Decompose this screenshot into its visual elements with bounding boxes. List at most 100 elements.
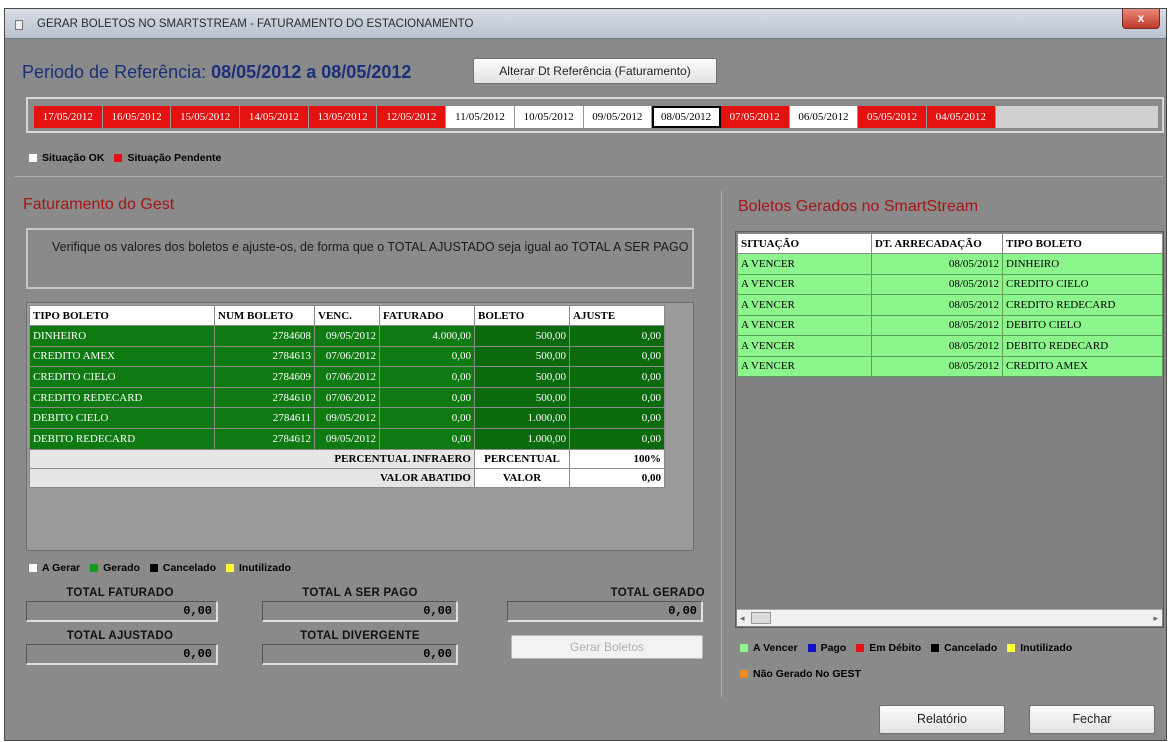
smart-cell: A VENCER — [737, 273, 872, 295]
gest-cell[interactable]: 1.000,00 — [474, 427, 570, 450]
smart-column-header[interactable]: TIPO BOLETO — [1002, 233, 1163, 254]
date-cell[interactable]: 10/05/2012 — [514, 106, 584, 128]
relatorio-button[interactable]: Relatório — [879, 705, 1005, 734]
gest-column-header[interactable]: VENC. — [314, 305, 380, 326]
percentual-row-key: PERCENTUAL — [474, 448, 570, 469]
horizontal-scrollbar[interactable]: ◂ ▸ — [737, 609, 1162, 626]
date-cell[interactable]: 07/05/2012 — [720, 106, 790, 128]
smart-cell: A VENCER — [737, 314, 872, 336]
gest-cell[interactable]: 0,00 — [569, 407, 665, 429]
cancelado-label: Cancelado — [162, 562, 217, 574]
gest-table-row[interactable]: DEBITO CIELO 2784611 09/05/2012 0,00 1.000,0… — [29, 407, 665, 429]
divider — [15, 176, 1163, 177]
scroll-thumb[interactable] — [751, 612, 771, 624]
gest-cell: 2784611 — [214, 407, 315, 429]
total-ajustado-field: 0,00 — [26, 644, 218, 665]
gest-column-header[interactable]: FATURADO — [379, 305, 475, 326]
ok-swatch — [29, 154, 37, 162]
window-title: GERAR BOLETOS NO SMARTSTREAM - FATURAMEN… — [37, 18, 474, 30]
smart-cell: CREDITO CIELO — [1002, 273, 1163, 295]
gest-cell[interactable]: 0,00 — [569, 366, 665, 388]
gest-table-row[interactable]: DEBITO REDECARD 2784612 09/05/2012 0,00 1.00… — [29, 427, 665, 450]
nao-gerado-label: Não Gerado No GEST — [753, 668, 861, 680]
inutilizado-label-right: Inutilizado — [1020, 642, 1073, 654]
smart-cell: 08/05/2012 — [871, 253, 1003, 275]
scroll-right-icon[interactable]: ▸ — [1153, 613, 1158, 624]
date-cell[interactable]: 05/05/2012 — [858, 106, 927, 128]
total-faturado-label: TOTAL FATURADO — [66, 587, 174, 599]
a-gerar-label: A Gerar — [42, 562, 81, 574]
total-ajustado-label: TOTAL AJUSTADO — [66, 630, 174, 642]
gest-cell: 07/06/2012 — [314, 345, 380, 368]
smart-table-row[interactable]: A VENCER 08/05/2012 DEBITO CIELO — [737, 314, 1163, 336]
close-button[interactable]: x — [1122, 9, 1160, 29]
gest-cell[interactable]: 0,00 — [569, 345, 665, 368]
percentual-row-value[interactable]: 100% — [569, 448, 665, 469]
gest-table-row[interactable]: CREDITO AMEX 2784613 07/06/2012 0,00 500,00 0… — [29, 345, 665, 368]
date-cell[interactable]: 13/05/2012 — [308, 106, 378, 128]
scroll-left-icon[interactable]: ◂ — [740, 613, 745, 624]
valor-abatido-row-label: VALOR ABATIDO — [29, 467, 475, 488]
info-message: Verifique os valores dos boletos e ajust… — [26, 228, 694, 289]
total-divergente-field: 0,00 — [262, 644, 458, 665]
smart-cell: 08/05/2012 — [871, 273, 1003, 295]
gest-cell[interactable]: 1.000,00 — [474, 407, 570, 429]
valor-abatido-row-value[interactable]: 0,00 — [569, 467, 665, 488]
date-cell[interactable]: 12/05/2012 — [377, 106, 447, 128]
date-cell[interactable]: 06/05/2012 — [789, 106, 859, 128]
smart-table-row[interactable]: A VENCER 08/05/2012 DEBITO REDECARD — [737, 335, 1163, 357]
date-cell[interactable]: 16/05/2012 — [102, 106, 172, 128]
gest-table-row[interactable]: DINHEIRO 2784608 09/05/2012 4.000,00 500,00 0… — [29, 325, 665, 347]
gest-table-row[interactable]: CREDITO REDECARD 2784610 07/06/2012 0,00 500… — [29, 386, 665, 409]
smart-status-legend-2: Não Gerado No GEST — [740, 668, 861, 680]
gest-table-row[interactable]: CREDITO CIELO 2784609 07/06/2012 0,00 500,00… — [29, 366, 665, 388]
smart-cell: A VENCER — [737, 335, 872, 357]
gest-cell[interactable]: 0,00 — [569, 427, 665, 450]
smart-column-header[interactable]: SITUAÇÃO — [737, 233, 872, 254]
gest-column-header[interactable]: AJUSTE — [569, 305, 665, 326]
smart-cell: 08/05/2012 — [871, 335, 1003, 357]
gerado-swatch — [90, 564, 99, 572]
period-heading: Periodo de Referência: 08/05/2012 a 08/0… — [22, 62, 411, 83]
gest-cell: 2784609 — [214, 366, 315, 388]
gerar-boletos-button[interactable]: Gerar Boletos — [511, 635, 703, 659]
gest-cell[interactable]: 500,00 — [474, 366, 570, 388]
total-gerado-label: TOTAL GERADO — [610, 587, 705, 599]
gest-cell[interactable]: 0,00 — [569, 386, 665, 409]
smart-table-row[interactable]: A VENCER 08/05/2012 CREDITO AMEX — [737, 355, 1163, 377]
gest-column-header[interactable]: TIPO BOLETO — [29, 305, 215, 326]
gest-cell: 0,00 — [379, 345, 475, 368]
title-bar[interactable]: GERAR BOLETOS NO SMARTSTREAM - FATURAMEN… — [5, 9, 1166, 39]
smart-table-row[interactable]: A VENCER 08/05/2012 DINHEIRO — [737, 253, 1163, 275]
gest-cell[interactable]: 500,00 — [474, 345, 570, 368]
gest-column-header[interactable]: BOLETO — [474, 305, 570, 326]
smart-cell: A VENCER — [737, 355, 872, 377]
gest-cell[interactable]: 500,00 — [474, 386, 570, 409]
window-icon — [15, 20, 23, 30]
gest-cell[interactable]: 500,00 — [474, 325, 570, 347]
smart-table-header: SITUAÇÃO DT. ARRECADAÇÃO TIPO BOLETO — [737, 233, 1163, 254]
date-cell[interactable]: 09/05/2012 — [583, 106, 653, 128]
date-cell[interactable]: 14/05/2012 — [240, 106, 309, 128]
vertical-divider — [721, 191, 722, 697]
gest-cell[interactable]: 0,00 — [569, 325, 665, 347]
date-cell[interactable]: 08/05/2012 — [652, 106, 721, 128]
smart-cell: CREDITO AMEX — [1002, 355, 1163, 377]
status-legend: Situação OK Situação Pendente — [29, 152, 221, 164]
period-end: 08/05/2012 — [321, 62, 412, 82]
smart-column-header[interactable]: DT. ARRECADAÇÃO — [871, 233, 1003, 254]
date-cell[interactable]: 17/05/2012 — [34, 106, 103, 128]
smart-table-row[interactable]: A VENCER 08/05/2012 CREDITO CIELO — [737, 273, 1163, 295]
percentual-row-label: PERCENTUAL INFRAERO — [29, 448, 475, 469]
total-divergente-label: TOTAL DIVERGENTE — [300, 630, 420, 642]
date-cell[interactable]: 04/05/2012 — [926, 106, 996, 128]
date-cell[interactable]: 11/05/2012 — [446, 106, 515, 128]
em-debito-swatch — [856, 644, 865, 652]
smart-table-row[interactable]: A VENCER 08/05/2012 CREDITO REDECARD — [737, 294, 1163, 316]
fechar-button[interactable]: Fechar — [1029, 705, 1155, 734]
smart-cell: CREDITO REDECARD — [1002, 294, 1163, 316]
date-cell[interactable]: 15/05/2012 — [171, 106, 241, 128]
gest-column-header[interactable]: NUM BOLETO — [214, 305, 315, 326]
a-gerar-swatch — [29, 564, 37, 572]
alter-reference-date-button[interactable]: Alterar Dt Referência (Faturamento) — [473, 58, 717, 84]
